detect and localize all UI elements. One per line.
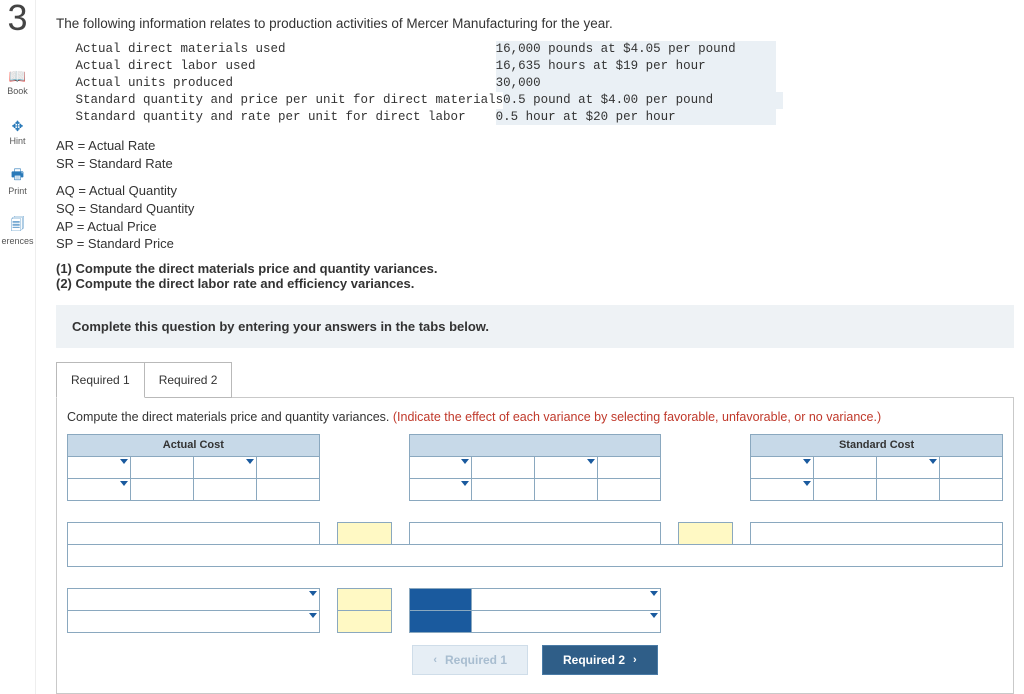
input-cell[interactable] — [814, 478, 877, 500]
nav-buttons: ‹ Required 1 Required 2 › — [67, 645, 1003, 675]
input-cell[interactable] — [68, 478, 131, 500]
book-icon: 📖 — [8, 68, 26, 84]
input-cell[interactable] — [876, 478, 939, 500]
input-cell[interactable] — [193, 456, 256, 478]
input-cell[interactable] — [68, 610, 320, 632]
sidebar-item-book[interactable]: 📖 Book — [7, 68, 28, 96]
input-cell[interactable] — [68, 522, 320, 544]
sidebar-item-print[interactable]: 🖶 Print — [8, 168, 27, 196]
prompt-hint-text: (Indicate the effect of each variance by… — [393, 410, 881, 424]
legend-block-1: AR = Actual RateSR = Standard Rate — [56, 137, 1024, 172]
task-1: (1) Compute the direct materials price a… — [56, 261, 437, 276]
computed-cell — [337, 522, 391, 544]
input-cell[interactable] — [472, 456, 535, 478]
prompt-text: Compute the direct materials price and q… — [67, 410, 393, 424]
computed-cell — [337, 588, 391, 610]
input-cell[interactable] — [751, 456, 814, 478]
sidebar: 3 📖 Book ✥ Hint 🖶 Print 🗐 erences — [0, 0, 36, 694]
input-cell[interactable] — [68, 588, 320, 610]
input-cell[interactable] — [598, 478, 661, 500]
input-cell[interactable] — [751, 478, 814, 500]
input-cell[interactable] — [130, 478, 193, 500]
references-icon: 🗐 — [9, 218, 27, 234]
tab-panel-required-1: Compute the direct materials price and q… — [56, 397, 1014, 694]
tab-required-2[interactable]: Required 2 — [145, 362, 233, 398]
intro-text: The following information relates to pro… — [56, 16, 1024, 31]
locked-cell — [409, 588, 472, 610]
computed-cell — [337, 610, 391, 632]
sidebar-item-hint[interactable]: ✥ Hint — [9, 118, 27, 146]
data-table: Actual direct materials used 16,000 poun… — [68, 41, 1024, 125]
main-content: The following information relates to pro… — [36, 0, 1024, 694]
task-list: (1) Compute the direct materials price a… — [56, 261, 1024, 291]
header-actual-cost: Actual Cost — [68, 434, 320, 456]
panel-prompt: Compute the direct materials price and q… — [67, 410, 1003, 424]
input-cell[interactable] — [193, 478, 256, 500]
instruction-banner: Complete this question by entering your … — [56, 305, 1014, 348]
input-cell-wide[interactable] — [68, 544, 1003, 566]
sidebar-item-label: Print — [8, 186, 27, 196]
input-cell[interactable] — [876, 456, 939, 478]
chevron-right-icon: › — [633, 654, 637, 666]
header-middle — [409, 434, 661, 456]
prev-button-label: Required 1 — [445, 653, 507, 667]
sidebar-item-references[interactable]: 🗐 erences — [1, 218, 33, 246]
input-cell[interactable] — [409, 456, 472, 478]
prev-button: ‹ Required 1 — [412, 645, 528, 675]
header-standard-cost: Standard Cost — [751, 434, 1003, 456]
input-cell[interactable] — [68, 456, 131, 478]
print-icon: 🖶 — [8, 168, 26, 184]
input-cell[interactable] — [535, 478, 598, 500]
input-cell[interactable] — [535, 456, 598, 478]
question-number: 3 — [7, 0, 27, 36]
computed-cell — [679, 522, 733, 544]
next-button[interactable]: Required 2 › — [542, 645, 658, 675]
hint-icon: ✥ — [9, 118, 27, 134]
input-cell[interactable] — [409, 478, 472, 500]
input-cell[interactable] — [472, 478, 535, 500]
chevron-left-icon: ‹ — [433, 654, 437, 666]
locked-cell — [409, 610, 472, 632]
input-cell[interactable] — [472, 610, 661, 632]
tab-bar: Required 1 Required 2 — [56, 362, 1024, 398]
input-cell[interactable] — [256, 456, 319, 478]
task-2: (2) Compute the direct labor rate and ef… — [56, 276, 414, 291]
sidebar-item-label: erences — [1, 236, 33, 246]
input-cell[interactable] — [751, 522, 1003, 544]
input-cell[interactable] — [598, 456, 661, 478]
sidebar-item-label: Book — [7, 86, 28, 96]
input-cell[interactable] — [472, 588, 661, 610]
next-button-label: Required 2 — [563, 653, 625, 667]
sidebar-item-label: Hint — [9, 136, 25, 146]
input-cell[interactable] — [939, 478, 1002, 500]
input-cell[interactable] — [814, 456, 877, 478]
variance-table: Actual Cost Standard Cost — [67, 434, 1003, 633]
input-cell[interactable] — [939, 456, 1002, 478]
tab-required-1[interactable]: Required 1 — [56, 362, 145, 398]
input-cell[interactable] — [130, 456, 193, 478]
input-cell[interactable] — [256, 478, 319, 500]
legend-block-2: AQ = Actual QuantitySQ = Standard Quanti… — [56, 182, 1024, 252]
input-cell[interactable] — [409, 522, 661, 544]
